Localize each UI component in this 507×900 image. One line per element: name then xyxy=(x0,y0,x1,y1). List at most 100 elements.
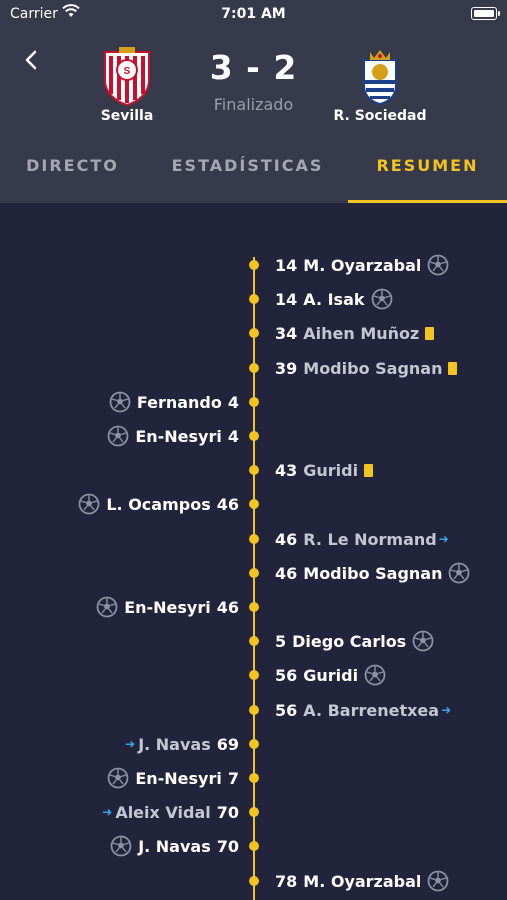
event-player: L. Ocampos xyxy=(106,494,211,514)
substitution-arrow-icon: ➜ xyxy=(441,703,452,717)
event-player: En-Nesyri xyxy=(124,597,211,617)
timeline-dot xyxy=(249,876,259,886)
timeline-dot xyxy=(249,568,259,578)
status-bar: Carrier 7:01 AM xyxy=(0,0,507,28)
timeline-dot xyxy=(249,670,259,680)
event-player: J. Navas xyxy=(138,734,211,754)
goal-ball-icon xyxy=(428,254,449,276)
timeline-event: 78 M. Oyarzabal xyxy=(0,866,507,896)
event-player: Fernando xyxy=(136,392,222,412)
event-minute: 46 xyxy=(216,597,239,617)
event-player: Diego Carlos xyxy=(292,631,407,651)
event-player: Aihen Muñoz xyxy=(303,323,420,343)
timeline-event: En-Nesyri 46 xyxy=(0,592,507,622)
timeline-event: En-Nesyri 7 xyxy=(0,763,507,793)
event-minute: 56 xyxy=(275,700,298,720)
timeline-dot xyxy=(249,465,259,475)
timeline-dot xyxy=(249,260,259,270)
timeline-dot xyxy=(249,705,259,715)
timeline-dot xyxy=(249,773,259,783)
event-minute: 14 xyxy=(275,255,298,275)
timeline-dot xyxy=(249,431,259,441)
event-minute: 5 xyxy=(275,631,287,651)
timeline-event: 14 M. Oyarzabal xyxy=(0,250,507,280)
goal-ball-icon xyxy=(107,425,129,447)
timeline-event: En-Nesyri 4 xyxy=(0,421,507,451)
timeline-event: J. Navas 70 xyxy=(0,831,507,861)
away-event: 14 A. Isak xyxy=(275,284,393,314)
event-player: En-Nesyri xyxy=(135,426,222,446)
timeline-event: 39 Modibo Sagnan xyxy=(0,353,507,383)
away-event: 34 Aihen Muñoz xyxy=(275,318,435,348)
event-minute: 7 xyxy=(227,768,239,788)
yellow-card-icon xyxy=(425,326,435,340)
substitution-arrow-icon: ➜ xyxy=(438,532,449,546)
event-minute: 39 xyxy=(275,358,298,378)
home-event: L. Ocampos 46 xyxy=(78,489,239,519)
home-event: Fernando 4 xyxy=(109,387,239,417)
event-player: Guridi xyxy=(303,460,359,480)
event-player: Aleix Vidal xyxy=(115,802,211,822)
timeline-event: ➜ J. Navas 69 xyxy=(0,729,507,759)
home-event: En-Nesyri 46 xyxy=(96,592,239,622)
timeline-dot xyxy=(249,636,259,646)
away-event: 46 Modibo Sagnan xyxy=(275,558,470,588)
timeline-dot xyxy=(249,807,259,817)
event-minute: 56 xyxy=(275,665,298,685)
match-timeline: 14 M. Oyarzabal 14 A. Isak 34 Aihen Muñoz 39 Mo… xyxy=(0,203,507,900)
goal-ball-icon xyxy=(96,596,118,618)
home-event: En-Nesyri 4 xyxy=(107,421,239,451)
away-event: 78 M. Oyarzabal xyxy=(275,866,449,896)
timeline-event: L. Ocampos 46 xyxy=(0,489,507,519)
home-event: ➜ Aleix Vidal 70 xyxy=(102,797,239,827)
event-player: Modibo Sagnan xyxy=(303,358,443,378)
event-minute: 70 xyxy=(216,802,239,822)
tab-directo[interactable]: DIRECTO xyxy=(0,150,145,203)
event-minute: 43 xyxy=(275,460,298,480)
timeline-event: Fernando 4 xyxy=(0,387,507,417)
away-team[interactable]: R. Sociedad xyxy=(320,46,440,124)
event-minute: 70 xyxy=(216,836,239,856)
substitution-arrow-icon: ➜ xyxy=(102,805,113,819)
timeline-dot xyxy=(249,602,259,612)
away-event: 39 Modibo Sagnan xyxy=(275,353,458,383)
event-player: Modibo Sagnan xyxy=(303,563,443,583)
substitution-arrow-icon: ➜ xyxy=(125,737,136,751)
yellow-card-icon xyxy=(364,463,374,477)
timeline-event: ➜ Aleix Vidal 70 xyxy=(0,797,507,827)
tab-resumen[interactable]: RESUMEN xyxy=(348,150,507,203)
goal-ball-icon xyxy=(412,630,434,652)
event-minute: 46 xyxy=(216,494,239,514)
goal-ball-icon xyxy=(371,288,392,310)
event-minute: 4 xyxy=(227,426,239,446)
timeline-event: 56 Guridi xyxy=(0,660,507,690)
timeline-event: 34 Aihen Muñoz xyxy=(0,318,507,348)
away-event: 14 M. Oyarzabal xyxy=(275,250,449,280)
timeline-event: 46 Modibo Sagnan xyxy=(0,558,507,588)
event-minute: 69 xyxy=(216,734,239,754)
yellow-card-icon xyxy=(448,361,458,375)
event-minute: 4 xyxy=(227,392,239,412)
timeline-event: 43 Guridi xyxy=(0,455,507,485)
match-header: Carrier 7:01 AM S Sevilla 3 - 2 Finaliza… xyxy=(0,0,507,203)
timeline-dot xyxy=(249,328,259,338)
away-event: 56 A. Barrenetxea ➜ xyxy=(275,695,451,725)
home-event: J. Navas 70 xyxy=(110,831,239,861)
event-player: R. Le Normand xyxy=(303,529,437,549)
goal-ball-icon xyxy=(107,767,129,789)
event-player: A. Isak xyxy=(303,289,365,309)
event-player: A. Barrenetxea xyxy=(303,700,440,720)
tab-resumen-label: RESUMEN xyxy=(376,156,479,175)
away-event: 43 Guridi xyxy=(275,455,374,485)
tab-estadisticas[interactable]: ESTADÍSTICAS xyxy=(160,150,335,203)
goal-ball-icon xyxy=(78,493,100,515)
status-time: 7:01 AM xyxy=(221,6,286,22)
goal-ball-icon xyxy=(449,562,470,584)
event-player: M. Oyarzabal xyxy=(303,255,422,275)
goal-ball-icon xyxy=(428,870,449,892)
away-event: 56 Guridi xyxy=(275,660,386,690)
timeline-dot xyxy=(249,841,259,851)
timeline-dot xyxy=(249,534,259,544)
event-minute: 78 xyxy=(275,871,298,891)
tab-bar: DIRECTO ESTADÍSTICAS RESUMEN xyxy=(0,150,507,203)
